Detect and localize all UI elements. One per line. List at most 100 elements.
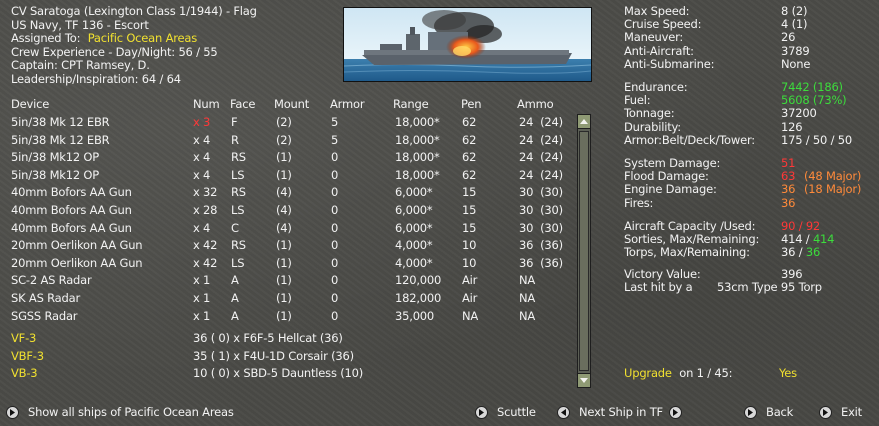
table-row: 5in/38 Mk 12 EBR x 3 F (2) 5 18,000* 62 … — [0, 114, 575, 132]
stat-value: 26 — [781, 30, 796, 45]
device-face: A — [231, 291, 239, 305]
device-range: 6,000* — [395, 185, 433, 200]
back-label: Back — [766, 405, 794, 419]
device-mount: (1) — [276, 308, 292, 323]
device-mount: (1) — [276, 167, 292, 182]
stats-group-damage: System Damage: 51 Flood Damage: 63 (48 M… — [624, 156, 874, 210]
device-face: C — [231, 220, 239, 235]
device-face: F — [231, 115, 238, 129]
device-pen: 62 — [462, 132, 477, 147]
col-device: Device — [11, 97, 50, 111]
device-mount: (2) — [276, 132, 292, 147]
device-name: 40mm Bofors AA Gun — [11, 220, 132, 235]
device-armor: 0 — [331, 308, 339, 323]
table-row: SGSS Radar x 1 A (1) 0 35,000 NA NA — [0, 308, 575, 326]
device-num: x 3 — [193, 115, 211, 129]
device-armor: 0 — [331, 203, 339, 217]
device-mount: (1) — [276, 238, 292, 253]
stat-extra: (18 Major) — [804, 182, 862, 197]
device-ammo: 30 (30) — [519, 203, 563, 217]
scuttle-button[interactable]: Scuttle — [475, 405, 536, 419]
device-armor: 0 — [331, 273, 339, 288]
next-ship-label: Next Ship in TF — [579, 405, 663, 419]
stat-row: Engine Damage: 36 (18 Major) — [624, 183, 874, 196]
col-range: Range — [393, 97, 429, 111]
air-group-name[interactable]: VF-3 — [11, 330, 36, 348]
stat-value: 36 — [781, 195, 796, 210]
device-armor: 5 — [331, 132, 339, 147]
scroll-thumb[interactable] — [579, 131, 589, 371]
ship-assignment: Assigned To: Pacific Ocean Areas — [11, 31, 257, 46]
device-mount: (1) — [276, 273, 292, 288]
device-range: 120,000 — [395, 273, 442, 288]
device-ammo: NA — [519, 273, 536, 288]
show-all-ships-button[interactable]: Show all ships of Pacific Ocean Areas — [6, 405, 234, 419]
exit-button[interactable]: Exit — [819, 405, 862, 419]
stat-label: Anti-Submarine: — [624, 56, 715, 71]
device-name: 40mm Bofors AA Gun — [11, 203, 132, 217]
device-range: 18,000* — [395, 115, 440, 129]
scuttle-label: Scuttle — [497, 405, 536, 419]
air-groups: VF-3 36 ( 0) x F6F-5 Hellcat (36) VBF-3 … — [0, 330, 575, 384]
stat-value: 175 / 50 / 50 — [781, 132, 852, 147]
device-mount: (4) — [276, 203, 292, 217]
ship-title: CV Saratoga (Lexington Class 1/1944) - F… — [11, 4, 257, 18]
stat-value: 37200 — [781, 106, 817, 121]
stat-value: 36 — [781, 182, 796, 197]
stat-row: Torps, Max/Remaining: 36 / 36 — [624, 246, 874, 259]
air-group-name[interactable]: VB-3 — [11, 365, 38, 383]
stat-row: Fires: 36 — [624, 195, 874, 210]
arrow-right-icon — [6, 405, 19, 419]
exit-label: Exit — [841, 405, 862, 419]
stat-row: Armor:Belt/Deck/Tower: 175 / 50 / 50 — [624, 132, 874, 147]
upgrade-text: on 1 / 45: — [679, 366, 733, 380]
device-ammo: 24 (24) — [519, 167, 563, 182]
assigned-command-link[interactable]: Pacific Ocean Areas — [88, 31, 198, 45]
stat-label: Anti-Aircraft: — [624, 43, 694, 58]
back-button[interactable]: Back — [744, 405, 793, 419]
arrow-down-icon — [580, 378, 588, 383]
air-group-row[interactable]: VF-3 36 ( 0) x F6F-5 Hellcat (36) — [0, 330, 575, 348]
device-num: x 4 — [193, 167, 211, 182]
device-name: SC-2 AS Radar — [11, 273, 92, 288]
col-face: Face — [230, 97, 256, 111]
stat-row: Anti-Aircraft: 3789 — [624, 43, 874, 58]
device-armor: 0 — [331, 255, 339, 270]
device-list-scrollbar[interactable] — [577, 114, 591, 388]
stat-label: Fires: — [624, 195, 654, 210]
upgrade-link[interactable]: Upgrade — [624, 366, 672, 380]
device-range: 18,000* — [395, 132, 440, 147]
device-name: 5in/38 Mk 12 EBR — [11, 115, 110, 129]
device-name: 20mm Oerlikon AA Gun — [11, 255, 143, 270]
stat-label: Tonnage: — [624, 106, 675, 121]
captain-name: Captain: CPT Ramsey, D. — [11, 58, 150, 73]
device-armor: 0 — [331, 185, 339, 200]
air-group-name[interactable]: VBF-3 — [11, 348, 44, 366]
air-group-desc: 36 ( 0) x F6F-5 Hellcat (36) — [193, 331, 343, 345]
stat-value-remaining: 36 — [805, 245, 821, 260]
stat-label: Maneuver: — [624, 30, 684, 45]
stat-row: Tonnage: 37200 — [624, 107, 874, 120]
device-pen: 15 — [462, 185, 477, 200]
device-num: x 1 — [193, 273, 211, 288]
ship-image — [343, 7, 592, 82]
air-group-row[interactable]: VB-3 10 ( 0) x SBD-5 Dauntless (10) — [0, 365, 575, 383]
device-mount: (4) — [276, 185, 292, 200]
stats-group-endurance: Endurance: 7442 (186) Fuel: 5608 (73%) T… — [624, 80, 874, 147]
leadership: Leadership/Inspiration: 64 / 64 — [11, 71, 181, 86]
table-row: 20mm Oerlikon AA Gun x 42 RS (1) 0 4,000… — [0, 237, 575, 255]
arrow-right-icon — [475, 405, 488, 419]
device-table: 5in/38 Mk 12 EBR x 3 F (2) 5 18,000* 62 … — [0, 114, 575, 328]
device-ammo: 36 (36) — [519, 238, 563, 253]
stat-value: 3789 — [781, 43, 810, 58]
device-armor: 0 — [331, 238, 339, 253]
device-mount: (1) — [276, 291, 292, 305]
scroll-down-button[interactable] — [578, 373, 590, 387]
air-group-row[interactable]: VBF-3 35 ( 1) x F4U-1D Corsair (36) — [0, 348, 575, 366]
next-ship-in-tf-button[interactable]: Next Ship in TF — [557, 405, 682, 419]
device-armor: 0 — [331, 291, 339, 305]
col-armor: Armor — [330, 97, 365, 111]
scroll-up-button[interactable] — [578, 115, 590, 129]
ship-navy: US Navy, TF 136 - Escort — [11, 17, 149, 32]
device-name: 40mm Bofors AA Gun — [11, 185, 132, 200]
